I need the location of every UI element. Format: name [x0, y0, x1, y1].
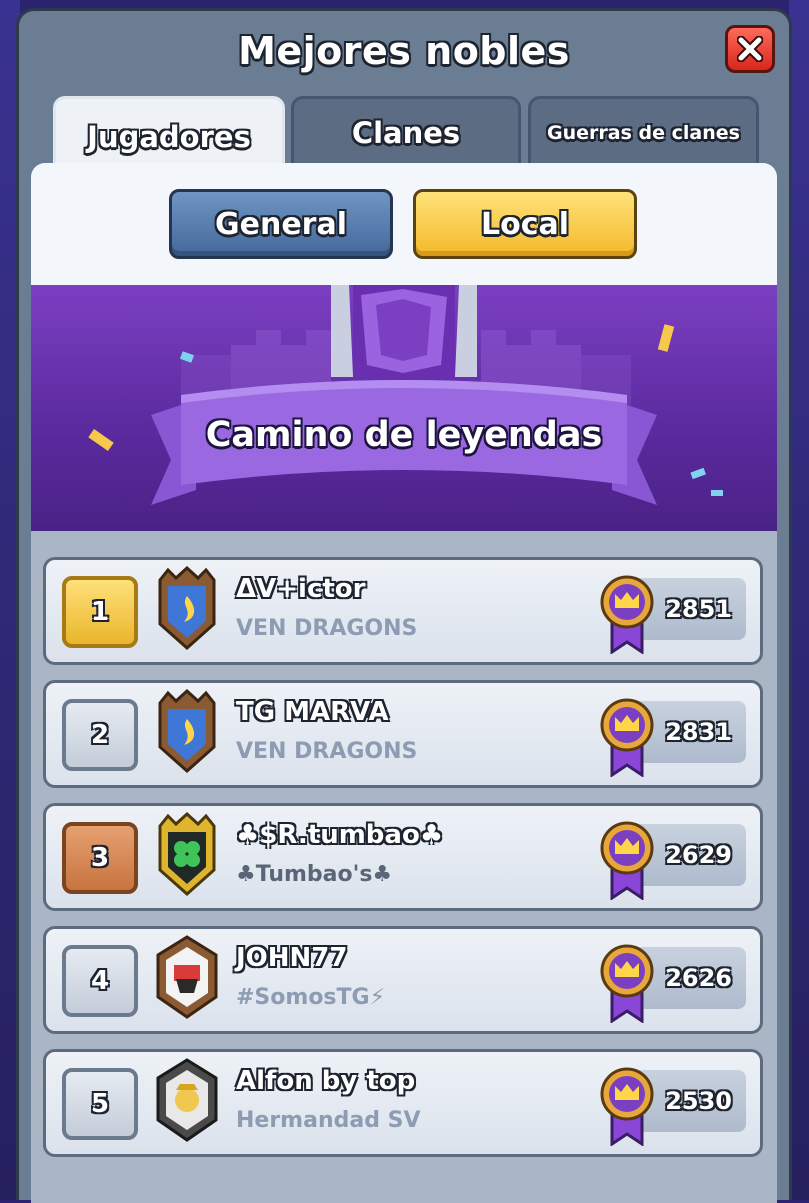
- crown-medal-icon: [600, 1067, 654, 1146]
- rank-badge: 2: [62, 699, 138, 771]
- banner-artwork: [88, 285, 723, 505]
- close-icon: [737, 36, 763, 62]
- clan-name: #SomosTG⚡: [236, 985, 386, 1010]
- rank-badge: 3: [62, 822, 138, 894]
- crown-medal-icon: [600, 821, 654, 900]
- clan-name: VEN DRAGONS: [236, 739, 418, 764]
- player-name: JOHN77: [236, 943, 348, 973]
- page-title: Mejores nobles: [238, 29, 570, 73]
- table-row[interactable]: 1 ΔV+ictor VEN DRAGONS 2851: [43, 557, 763, 665]
- fire-shield-icon: [158, 566, 216, 650]
- crown-medal-icon: [600, 698, 654, 777]
- rank-badge: 5: [62, 1068, 138, 1140]
- background-right: [789, 0, 809, 1200]
- tab-clanes[interactable]: Clanes: [291, 96, 521, 166]
- fire-shield-icon: [158, 689, 216, 773]
- table-row[interactable]: 2 TG MARVA VEN DRAGONS 2831: [43, 680, 763, 788]
- table-row[interactable]: 3 ♣$R.tumbao♣ ♣Tumbao's♣ 2629: [43, 803, 763, 911]
- skull-shield-icon: [156, 935, 218, 1019]
- rank-badge: 1: [62, 576, 138, 648]
- clan-name: Hermandad SV: [236, 1108, 421, 1133]
- leaderboard-panel: Mejores nobles Jugadores Clanes Guerras …: [16, 8, 792, 1203]
- crown-medal-icon: [600, 575, 654, 654]
- clan-name: VEN DRAGONS: [236, 616, 418, 641]
- player-name: TG MARVA: [236, 697, 389, 727]
- tab-guerras-de-clanes[interactable]: Guerras de clanes: [528, 96, 759, 166]
- table-row[interactable]: 5 Alfon by top Hermandad SV 2530: [43, 1049, 763, 1157]
- player-name: Alfon by top: [236, 1066, 416, 1096]
- player-list[interactable]: 1 ΔV+ictor VEN DRAGONS 2851 2 TG MARVA V…: [31, 531, 777, 1203]
- table-row[interactable]: 4 JOHN77 #SomosTG⚡ 2626: [43, 926, 763, 1034]
- player-name: ΔV+ictor: [236, 574, 366, 604]
- crown-medal-icon: [600, 944, 654, 1023]
- knight-shield-icon: [156, 1058, 218, 1142]
- clover-shield-icon: [158, 812, 216, 896]
- general-button[interactable]: General: [169, 189, 393, 259]
- player-name: ♣$R.tumbao♣: [236, 820, 444, 850]
- legends-banner: Camino de leyendas: [31, 285, 777, 531]
- close-button[interactable]: [725, 25, 775, 73]
- banner-title: Camino de leyendas: [205, 415, 603, 455]
- rank-badge: 4: [62, 945, 138, 1017]
- tab-content: General Local Camino de leyendas 1 ΔV+ic…: [31, 163, 777, 1203]
- local-button[interactable]: Local: [413, 189, 637, 259]
- clan-name: ♣Tumbao's♣: [236, 862, 393, 887]
